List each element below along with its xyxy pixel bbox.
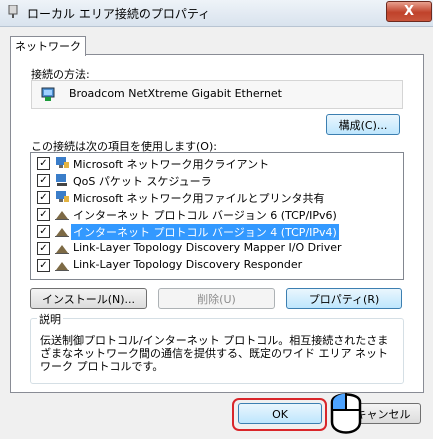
ok-highlight-annotation — [232, 398, 327, 431]
item-checkbox[interactable]: ✓ — [37, 174, 50, 187]
adapter-name: Broadcom NetXtreme Gigabit Ethernet — [69, 87, 282, 100]
properties-dialog: ローカル エリア接続のプロパティ X ネットワーク 接続の方法: Broadco… — [0, 0, 433, 439]
protocol-icon — [55, 245, 69, 254]
item-label: Microsoft ネットワーク用ファイルとプリンタ共有 — [73, 192, 325, 205]
mouse-icon — [330, 393, 362, 434]
protocol-icon — [55, 228, 69, 237]
network-adapter-icon — [8, 5, 18, 18]
list-item[interactable]: ✓ QoS パケット スケジューラ — [31, 172, 403, 189]
service-icon — [56, 174, 67, 186]
item-label: インターネット プロトコル バージョン 6 (TCP/IPv6) — [73, 209, 337, 222]
adapter-field: Broadcom NetXtreme Gigabit Ethernet — [31, 80, 403, 109]
list-item-selected[interactable]: ✓ インターネット プロトコル バージョン 4 (TCP/IPv4) — [31, 223, 403, 240]
item-label: Microsoft ネットワーク用クライアント — [73, 158, 270, 171]
item-label: インターネット プロトコル バージョン 4 (TCP/IPv4) — [71, 224, 339, 240]
description-group: 説明 伝送制御プロトコル/インターネット プロトコル。相互接続されたさまざまなネ… — [30, 311, 404, 384]
protocol-icon — [55, 262, 69, 271]
description-label: 説明 — [37, 311, 63, 327]
window-title: ローカル エリア接続のプロパティ — [27, 7, 211, 21]
description-text: 伝送制御プロトコル/インターネット プロトコル。相互接続されたさまざまなネットワ… — [40, 334, 389, 373]
item-checkbox[interactable]: ✓ — [37, 208, 50, 221]
item-label: Link-Layer Topology Discovery Responder — [73, 258, 303, 271]
protocol-icon — [55, 211, 69, 220]
network-card-icon — [41, 87, 55, 101]
network-client-icon — [56, 157, 69, 168]
list-item[interactable]: ✓ Link-Layer Topology Discovery Responde… — [31, 257, 403, 274]
list-item[interactable]: ✓ Link-Layer Topology Discovery Mapper I… — [31, 240, 403, 257]
tab-network[interactable]: ネットワーク — [10, 36, 86, 56]
item-label: QoS パケット スケジューラ — [73, 175, 212, 188]
item-checkbox[interactable]: ✓ — [37, 259, 50, 272]
close-button[interactable]: X — [386, 1, 432, 22]
item-checkbox[interactable]: ✓ — [37, 191, 50, 204]
components-list[interactable]: ✓ Microsoft ネットワーク用クライアント ✓ QoS パケット スケジ… — [30, 152, 404, 280]
item-checkbox[interactable]: ✓ — [37, 157, 50, 170]
list-item[interactable]: ✓ Microsoft ネットワーク用ファイルとプリンタ共有 — [31, 189, 403, 206]
list-item[interactable]: ✓ インターネット プロトコル バージョン 6 (TCP/IPv6) — [31, 206, 403, 223]
uninstall-button[interactable]: 削除(U) — [158, 288, 275, 309]
network-client-icon — [56, 191, 69, 202]
item-checkbox[interactable]: ✓ — [37, 225, 50, 238]
install-button[interactable]: インストール(N)... — [30, 288, 147, 309]
item-label: Link-Layer Topology Discovery Mapper I/O… — [73, 241, 342, 254]
title-bar[interactable]: ローカル エリア接続のプロパティ X — [0, 0, 433, 27]
list-item[interactable]: ✓ Microsoft ネットワーク用クライアント — [31, 155, 403, 172]
configure-button[interactable]: 構成(C)... — [326, 114, 400, 135]
properties-button[interactable]: プロパティ(R) — [286, 288, 402, 309]
item-checkbox[interactable]: ✓ — [37, 242, 50, 255]
